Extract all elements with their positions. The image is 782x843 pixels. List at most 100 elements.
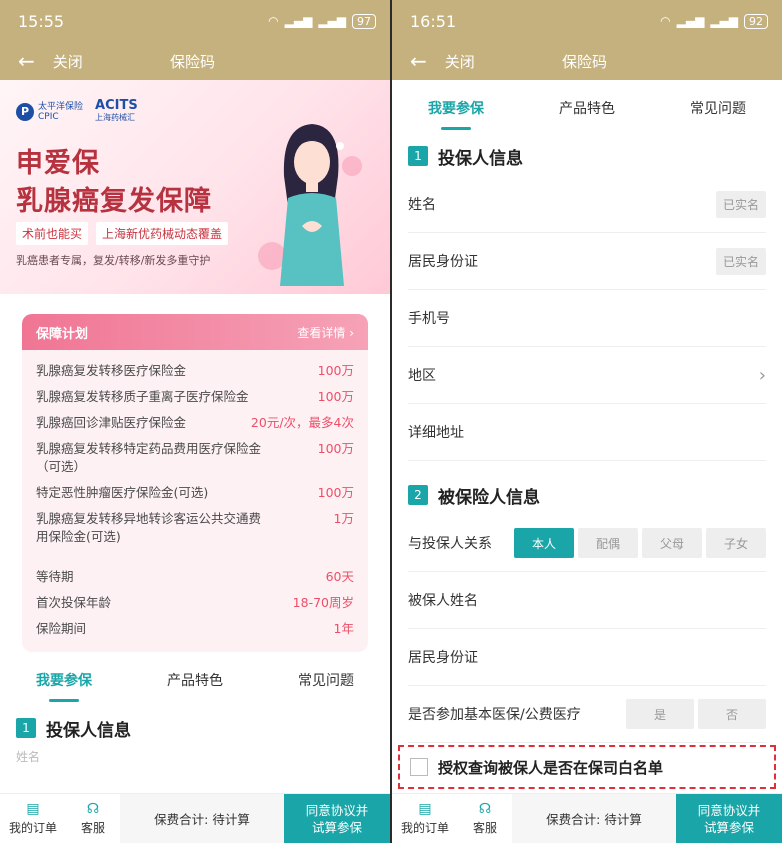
my-orders-button[interactable]: ▤ 我的订单 [0, 794, 66, 843]
section-policyholder-title: 1 投保人信息 [0, 708, 390, 748]
insured-name-field[interactable]: 被保人姓名 [408, 572, 766, 629]
plan-item-value: 100万 [317, 485, 354, 500]
section-number: 1 [16, 718, 36, 738]
plan-item-label: 乳腺癌复发转移异地转诊客运公共交通费用保险金(可选) [36, 511, 262, 544]
name-field-peek: 姓名 [16, 750, 41, 764]
cpic-logo: P 太平洋保险 CPIC [16, 102, 83, 122]
relation-children-option[interactable]: 子女 [706, 528, 766, 558]
product-banner: P 太平洋保险 CPIC ACITS 上海药械汇 申爱保 乳腺癌复发保障 术前也能… [0, 80, 390, 294]
hero-subtitle: 乳癌患者专属，复发/转移/新发多重守护 [16, 254, 211, 267]
field-label: 居民身份证 [408, 254, 478, 270]
agree-and-quote-button[interactable]: 同意协议并 试算参保 [676, 794, 782, 843]
view-details-link[interactable]: 查看详情 › [297, 324, 354, 341]
plan-item-label: 乳腺癌回诊津贴医疗保险金 [36, 415, 187, 430]
premium-total: 保费合计: 待计算 [512, 794, 676, 843]
back-arrow-icon[interactable]: ← [18, 49, 35, 73]
whitelist-authorization[interactable]: 授权查询被保人是否在保司白名单 [398, 745, 776, 789]
tab-enroll[interactable]: 我要参保 [428, 98, 484, 118]
tab-bar: 我要参保 产品特色 常见问题 [392, 80, 782, 136]
plan-term-row: 等待期 60天 [36, 564, 354, 590]
battery-icon: 97 [352, 13, 376, 29]
section-number: 1 [408, 146, 428, 166]
orders-icon: ▤ [418, 801, 432, 817]
authorization-checkbox[interactable] [410, 758, 428, 776]
term-value: 60天 [325, 569, 354, 584]
hero-tags: 术前也能买 上海新优药械动态覆盖 [16, 222, 229, 245]
medical-yes-option[interactable]: 是 [626, 699, 694, 729]
plan-item-value: 20元/次，最多4次 [250, 415, 354, 430]
phone-field[interactable]: 手机号 [408, 290, 766, 347]
relation-spouse-option[interactable]: 配偶 [578, 528, 638, 558]
woman-illustration-icon [258, 124, 362, 286]
relation-parents-option[interactable]: 父母 [642, 528, 702, 558]
screenshot-pair: 15:55 ◠ ▂▄▆ ▂▄▆ 97 ← 关闭 保险码 P 太平洋保险 CPIC … [0, 0, 782, 843]
tab-bar: 我要参保 产品特色 常见问题 [0, 652, 390, 708]
cpic-mark-icon: P [16, 103, 34, 121]
battery-icon: 92 [744, 13, 768, 29]
customer-service-button[interactable]: ☊ 客服 [458, 794, 512, 843]
hero-tag: 术前也能买 [16, 222, 89, 245]
coverage-plan-card: 保障计划 查看详情 › 乳腺癌复发转移医疗保险金 100万 乳腺癌复发转移质子重离… [22, 314, 368, 652]
agree-and-quote-button[interactable]: 同意协议并 试算参保 [284, 794, 390, 843]
plan-row: 乳腺癌回诊津贴医疗保险金 20元/次，最多4次 [36, 410, 354, 436]
field-label: 被保人姓名 [408, 593, 478, 609]
plan-term-row: 首次投保年龄 18-70周岁 [36, 590, 354, 616]
section-policyholder-title: 1 投保人信息 [392, 136, 782, 176]
field-label: 姓名 [408, 197, 436, 213]
cta-line2: 试算参保 [703, 819, 754, 835]
tab-enroll[interactable]: 我要参保 [36, 670, 92, 690]
cta-line2: 试算参保 [311, 819, 362, 835]
section-number: 2 [408, 485, 428, 505]
plan-row: 特定恶性肿瘤医疗保险金(可选) 100万 [36, 480, 354, 506]
my-orders-label: 我的订单 [400, 821, 449, 835]
term-label: 等待期 [36, 569, 74, 584]
term-value: 1年 [333, 621, 354, 636]
my-orders-label: 我的订单 [8, 821, 57, 835]
plan-item-value: 1万 [333, 511, 354, 526]
section-title-text: 被保险人信息 [438, 487, 540, 508]
close-button[interactable]: 关闭 [445, 51, 475, 72]
plan-item-label: 特定恶性肿瘤医疗保险金(可选) [36, 485, 209, 500]
tab-features[interactable]: 产品特色 [167, 670, 223, 690]
policyholder-name-field[interactable]: 姓名 已实名 [408, 176, 766, 233]
partner-logos: P 太平洋保险 CPIC ACITS 上海药械汇 [16, 99, 138, 124]
plan-row: 乳腺癌复发转移异地转诊客运公共交通费用保险金(可选) 1万 [36, 506, 354, 550]
headset-icon: ☊ [86, 801, 100, 817]
chevron-right-icon: › [758, 364, 766, 386]
relation-options: 本人 配偶 父母 子女 [514, 528, 766, 558]
close-button[interactable]: 关闭 [53, 51, 83, 72]
insured-id-field[interactable]: 居民身份证 [408, 629, 766, 686]
relation-field: 与投保人关系 本人 配偶 父母 子女 [408, 515, 766, 572]
plan-item-value: 100万 [317, 389, 354, 404]
term-value: 18-70周岁 [292, 595, 354, 610]
status-bar: 15:55 ◠ ▂▄▆ ▂▄▆ 97 [0, 0, 390, 42]
signal-icon-2: ▂▄▆ [318, 14, 346, 28]
back-arrow-icon[interactable]: ← [410, 49, 427, 73]
acits-logo: ACITS 上海药械汇 [95, 99, 138, 124]
customer-service-button[interactable]: ☊ 客服 [66, 794, 120, 843]
my-orders-button[interactable]: ▤ 我的订单 [392, 794, 458, 843]
plan-item-label: 乳腺癌复发转移医疗保险金 [36, 363, 187, 378]
tab-features[interactable]: 产品特色 [559, 98, 615, 118]
tab-faq[interactable]: 常见问题 [690, 98, 746, 118]
signal-icon: ▂▄▆ [676, 14, 705, 28]
field-label: 地区 [408, 368, 436, 384]
address-field[interactable]: 详细地址 [408, 404, 766, 461]
section-title-text: 投保人信息 [438, 148, 523, 169]
bottom-action-bar: ▤ 我的订单 ☊ 客服 保费合计: 待计算 同意协议并 试算参保 [0, 793, 390, 843]
policyholder-id-field[interactable]: 居民身份证 已实名 [408, 233, 766, 290]
wifi-icon: ◠ [268, 14, 279, 28]
relation-self-option[interactable]: 本人 [514, 528, 574, 558]
verified-badge: 已实名 [715, 190, 766, 218]
acits-cn: 上海药械汇 [95, 113, 136, 122]
divider [36, 550, 354, 564]
plan-row: 乳腺癌复发转移质子重离子医疗保险金 100万 [36, 384, 354, 410]
region-selector[interactable]: 地区 › [408, 347, 766, 404]
nav-bar: ← 关闭 保险码 [0, 42, 390, 80]
signal-icon: ▂▄▆ [284, 14, 313, 28]
medical-no-option[interactable]: 否 [698, 699, 766, 729]
status-time: 15:55 [18, 11, 65, 31]
signal-icon-2: ▂▄▆ [710, 14, 738, 28]
section-title-text: 投保人信息 [46, 720, 131, 741]
tab-faq[interactable]: 常见问题 [298, 670, 354, 690]
